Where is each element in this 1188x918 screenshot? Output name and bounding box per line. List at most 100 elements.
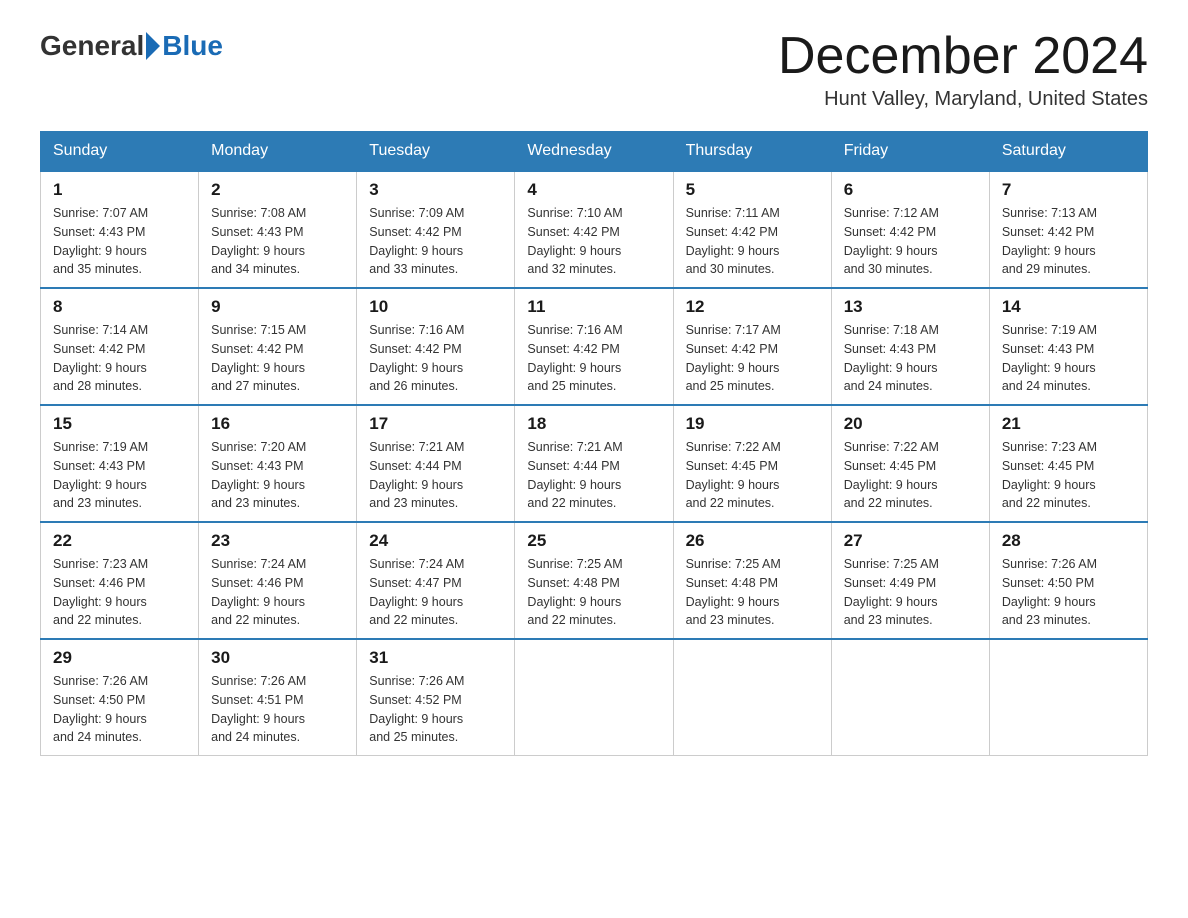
calendar-cell: 19 Sunrise: 7:22 AMSunset: 4:45 PMDayligh…: [673, 405, 831, 522]
calendar-cell: 9Sunrise: 7:15 AMSunset: 4:42 PMDaylight…: [199, 288, 357, 405]
weekday-header-monday: Monday: [199, 132, 357, 172]
calendar-cell: 4 Sunrise: 7:10 AMSunset: 4:42 PMDaylight…: [515, 171, 673, 288]
day-number: 15: [53, 414, 186, 434]
day-number: 24: [369, 531, 502, 551]
day-number: 11: [527, 297, 660, 317]
calendar-cell: 10 Sunrise: 7:16 AMSunset: 4:42 PMDayligh…: [357, 288, 515, 405]
title-area: December 2024 Hunt Valley, Maryland, Uni…: [778, 30, 1148, 111]
day-info: Sunrise: 7:11 AMSunset: 4:42 PMDaylight:…: [686, 204, 819, 279]
day-info: Sunrise: 7:23 AMSunset: 4:46 PMDaylight:…: [53, 555, 186, 630]
day-info: Sunrise: 7:26 AMSunset: 4:50 PMDaylight:…: [53, 672, 186, 747]
day-number: 5: [686, 180, 819, 200]
day-number: 6: [844, 180, 977, 200]
calendar-cell: 18Sunrise: 7:21 AMSunset: 4:44 PMDayligh…: [515, 405, 673, 522]
calendar-table: SundayMondayTuesdayWednesdayThursdayFrid…: [40, 131, 1148, 756]
calendar-cell: 25Sunrise: 7:25 AMSunset: 4:48 PMDayligh…: [515, 522, 673, 639]
calendar-cell: 21 Sunrise: 7:23 AMSunset: 4:45 PMDayligh…: [989, 405, 1147, 522]
calendar-cell: 27 Sunrise: 7:25 AMSunset: 4:49 PMDayligh…: [831, 522, 989, 639]
logo-blue-text: Blue: [162, 30, 223, 62]
day-info: Sunrise: 7:19 AMSunset: 4:43 PMDaylight:…: [1002, 321, 1135, 396]
weekday-header-tuesday: Tuesday: [357, 132, 515, 172]
week-row-5: 29 Sunrise: 7:26 AMSunset: 4:50 PMDayligh…: [41, 639, 1148, 756]
day-number: 13: [844, 297, 977, 317]
calendar-cell: [515, 639, 673, 756]
calendar-cell: 26 Sunrise: 7:25 AMSunset: 4:48 PMDayligh…: [673, 522, 831, 639]
week-row-3: 15Sunrise: 7:19 AMSunset: 4:43 PMDayligh…: [41, 405, 1148, 522]
calendar-cell: 2 Sunrise: 7:08 AMSunset: 4:43 PMDaylight…: [199, 171, 357, 288]
logo: General Blue: [40, 30, 223, 62]
day-number: 30: [211, 648, 344, 668]
day-info: Sunrise: 7:26 AMSunset: 4:51 PMDaylight:…: [211, 672, 344, 747]
day-info: Sunrise: 7:20 AMSunset: 4:43 PMDaylight:…: [211, 438, 344, 513]
day-number: 23: [211, 531, 344, 551]
calendar-cell: 17 Sunrise: 7:21 AMSunset: 4:44 PMDayligh…: [357, 405, 515, 522]
day-info: Sunrise: 7:10 AMSunset: 4:42 PMDaylight:…: [527, 204, 660, 279]
calendar-cell: 30 Sunrise: 7:26 AMSunset: 4:51 PMDayligh…: [199, 639, 357, 756]
week-row-1: 1 Sunrise: 7:07 AMSunset: 4:43 PMDaylight…: [41, 171, 1148, 288]
calendar-cell: 31 Sunrise: 7:26 AMSunset: 4:52 PMDayligh…: [357, 639, 515, 756]
day-info: Sunrise: 7:22 AMSunset: 4:45 PMDaylight:…: [844, 438, 977, 513]
week-row-2: 8 Sunrise: 7:14 AMSunset: 4:42 PMDaylight…: [41, 288, 1148, 405]
calendar-cell: 22Sunrise: 7:23 AMSunset: 4:46 PMDayligh…: [41, 522, 199, 639]
calendar-cell: [831, 639, 989, 756]
calendar-cell: 24 Sunrise: 7:24 AMSunset: 4:47 PMDayligh…: [357, 522, 515, 639]
calendar-cell: 6 Sunrise: 7:12 AMSunset: 4:42 PMDaylight…: [831, 171, 989, 288]
day-number: 31: [369, 648, 502, 668]
calendar-cell: 3 Sunrise: 7:09 AMSunset: 4:42 PMDaylight…: [357, 171, 515, 288]
weekday-header-saturday: Saturday: [989, 132, 1147, 172]
day-info: Sunrise: 7:21 AMSunset: 4:44 PMDaylight:…: [369, 438, 502, 513]
calendar-cell: 11Sunrise: 7:16 AMSunset: 4:42 PMDayligh…: [515, 288, 673, 405]
day-number: 17: [369, 414, 502, 434]
day-info: Sunrise: 7:26 AMSunset: 4:50 PMDaylight:…: [1002, 555, 1135, 630]
location-title: Hunt Valley, Maryland, United States: [778, 88, 1148, 111]
day-info: Sunrise: 7:08 AMSunset: 4:43 PMDaylight:…: [211, 204, 344, 279]
day-info: Sunrise: 7:22 AMSunset: 4:45 PMDaylight:…: [686, 438, 819, 513]
day-number: 26: [686, 531, 819, 551]
day-number: 19: [686, 414, 819, 434]
day-info: Sunrise: 7:12 AMSunset: 4:42 PMDaylight:…: [844, 204, 977, 279]
day-number: 29: [53, 648, 186, 668]
calendar-cell: 28Sunrise: 7:26 AMSunset: 4:50 PMDayligh…: [989, 522, 1147, 639]
day-number: 3: [369, 180, 502, 200]
calendar-cell: 15Sunrise: 7:19 AMSunset: 4:43 PMDayligh…: [41, 405, 199, 522]
header: General Blue December 2024 Hunt Valley, …: [40, 30, 1148, 111]
day-number: 10: [369, 297, 502, 317]
day-number: 21: [1002, 414, 1135, 434]
page-container: General Blue December 2024 Hunt Valley, …: [40, 30, 1148, 756]
day-info: Sunrise: 7:26 AMSunset: 4:52 PMDaylight:…: [369, 672, 502, 747]
calendar-cell: 12 Sunrise: 7:17 AMSunset: 4:42 PMDayligh…: [673, 288, 831, 405]
day-info: Sunrise: 7:21 AMSunset: 4:44 PMDaylight:…: [527, 438, 660, 513]
day-info: Sunrise: 7:07 AMSunset: 4:43 PMDaylight:…: [53, 204, 186, 279]
day-info: Sunrise: 7:17 AMSunset: 4:42 PMDaylight:…: [686, 321, 819, 396]
day-info: Sunrise: 7:09 AMSunset: 4:42 PMDaylight:…: [369, 204, 502, 279]
day-number: 14: [1002, 297, 1135, 317]
day-info: Sunrise: 7:23 AMSunset: 4:45 PMDaylight:…: [1002, 438, 1135, 513]
day-number: 12: [686, 297, 819, 317]
logo-triangle-icon: [146, 32, 160, 60]
day-info: Sunrise: 7:13 AMSunset: 4:42 PMDaylight:…: [1002, 204, 1135, 279]
calendar-cell: 7Sunrise: 7:13 AMSunset: 4:42 PMDaylight…: [989, 171, 1147, 288]
day-info: Sunrise: 7:16 AMSunset: 4:42 PMDaylight:…: [369, 321, 502, 396]
day-number: 2: [211, 180, 344, 200]
calendar-cell: 20 Sunrise: 7:22 AMSunset: 4:45 PMDayligh…: [831, 405, 989, 522]
day-number: 8: [53, 297, 186, 317]
day-info: Sunrise: 7:24 AMSunset: 4:46 PMDaylight:…: [211, 555, 344, 630]
calendar-cell: 16 Sunrise: 7:20 AMSunset: 4:43 PMDayligh…: [199, 405, 357, 522]
calendar-cell: [673, 639, 831, 756]
calendar-cell: 23 Sunrise: 7:24 AMSunset: 4:46 PMDayligh…: [199, 522, 357, 639]
day-info: Sunrise: 7:25 AMSunset: 4:49 PMDaylight:…: [844, 555, 977, 630]
day-info: Sunrise: 7:14 AMSunset: 4:42 PMDaylight:…: [53, 321, 186, 396]
calendar-cell: 1 Sunrise: 7:07 AMSunset: 4:43 PMDaylight…: [41, 171, 199, 288]
weekday-header-friday: Friday: [831, 132, 989, 172]
day-info: Sunrise: 7:25 AMSunset: 4:48 PMDaylight:…: [686, 555, 819, 630]
day-info: Sunrise: 7:25 AMSunset: 4:48 PMDaylight:…: [527, 555, 660, 630]
day-number: 16: [211, 414, 344, 434]
day-number: 4: [527, 180, 660, 200]
calendar-cell: 8 Sunrise: 7:14 AMSunset: 4:42 PMDaylight…: [41, 288, 199, 405]
calendar-cell: 13Sunrise: 7:18 AMSunset: 4:43 PMDayligh…: [831, 288, 989, 405]
day-info: Sunrise: 7:15 AMSunset: 4:42 PMDaylight:…: [211, 321, 344, 396]
day-number: 27: [844, 531, 977, 551]
day-number: 20: [844, 414, 977, 434]
day-number: 1: [53, 180, 186, 200]
day-info: Sunrise: 7:24 AMSunset: 4:47 PMDaylight:…: [369, 555, 502, 630]
